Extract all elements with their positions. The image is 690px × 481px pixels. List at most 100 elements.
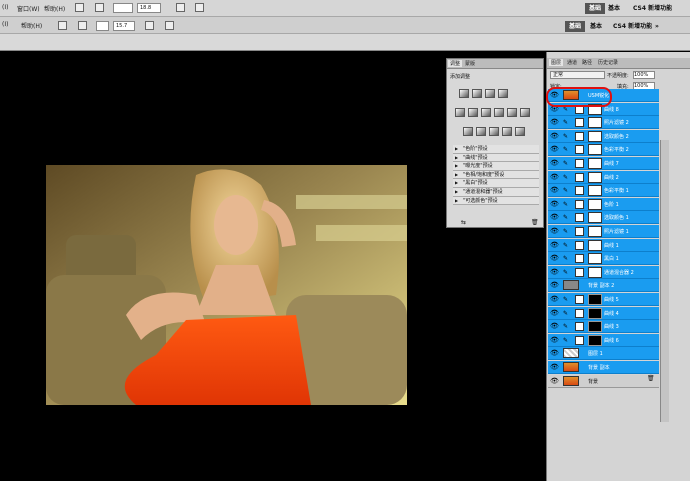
eye-icon[interactable]: 👁 <box>550 187 559 194</box>
menu-image[interactable]: (I) <box>2 4 8 11</box>
photo-filter-icon[interactable] <box>507 108 517 117</box>
eye-icon[interactable]: 👁 <box>550 160 559 167</box>
layer-mask-thumbnail[interactable] <box>588 158 602 169</box>
layer-thumbnail[interactable] <box>575 308 584 318</box>
hand-icon-2[interactable] <box>78 21 87 30</box>
preset-exposure[interactable]: "曝光度"预设 <box>453 162 539 171</box>
eye-icon[interactable]: 👁 <box>550 323 559 330</box>
menu-image-2[interactable]: (I) <box>2 21 8 28</box>
tab-masks[interactable]: 蒙版 <box>465 60 475 67</box>
trash-icon[interactable]: 🗑 <box>531 219 539 226</box>
layer-row[interactable]: 👁✎图层 1 <box>548 347 659 361</box>
eye-icon[interactable]: 👁 <box>550 173 559 180</box>
eye-icon[interactable]: 👁 <box>550 132 559 139</box>
menu-help-2[interactable]: 帮助(H) <box>21 21 42 30</box>
layer-row[interactable]: 👁 ✎ 选取颜色 1 <box>548 211 659 225</box>
eye-icon[interactable]: 👁 <box>550 268 559 275</box>
layer-mask-thumbnail[interactable] <box>588 321 602 333</box>
layer-thumbnail[interactable] <box>575 131 584 141</box>
layer-row[interactable]: 👁 ✎ 色彩平衡 1 <box>548 184 659 198</box>
layer-thumbnail[interactable] <box>575 145 584 155</box>
eye-icon[interactable]: 👁 <box>550 241 559 248</box>
layer-thumbnail[interactable] <box>575 240 584 250</box>
layer-mask-thumbnail[interactable] <box>588 266 602 278</box>
layer-row[interactable]: 👁 ✎ 曲线 7 <box>548 157 659 170</box>
posterize-icon[interactable] <box>476 127 486 136</box>
layer-thumbnail[interactable] <box>563 362 579 372</box>
layer-row[interactable]: 👁 ✎ 色彩平衡 2 <box>548 143 659 157</box>
menu-help[interactable]: 帮助(H) <box>44 4 65 13</box>
preset-channel-mixer[interactable]: "通道混和器"预设 <box>453 187 539 197</box>
eye-icon[interactable]: 👁 <box>550 255 559 262</box>
invert-icon[interactable] <box>463 127 473 136</box>
eye-icon[interactable]: 👁 <box>550 146 559 153</box>
layer-row[interactable]: 👁 ✎ 曲线 6 <box>548 333 659 347</box>
layer-thumbnail[interactable] <box>575 199 584 209</box>
eye-icon[interactable]: 👁 <box>550 350 559 357</box>
layer-row[interactable]: 👁 ✎ 曲线 1 <box>548 238 659 252</box>
arrange-icon-2[interactable] <box>165 21 174 30</box>
layer-mask-thumbnail[interactable] <box>588 226 602 237</box>
layer-row[interactable]: 👁✎背景 副本 2 <box>548 279 659 293</box>
eye-icon[interactable]: 👁 <box>550 282 559 289</box>
layer-mask-thumbnail[interactable] <box>588 334 602 346</box>
layer-row[interactable]: 👁 ✎ 曲线 4 <box>548 306 659 320</box>
layer-mask-thumbnail[interactable] <box>588 294 602 305</box>
layer-mask-thumbnail[interactable] <box>588 130 602 142</box>
tool-icon-2[interactable] <box>58 21 67 30</box>
gradient-map-icon[interactable] <box>502 127 512 136</box>
workspace-cs4-new[interactable]: CS4 新增功能 <box>633 3 672 14</box>
tool-icon[interactable] <box>75 3 84 12</box>
layer-mask-thumbnail[interactable] <box>588 198 602 210</box>
doc-size-field-2[interactable] <box>96 21 109 31</box>
return-icon[interactable]: ⇆ <box>461 219 466 226</box>
layer-row[interactable]: 👁 背景 副本 <box>548 361 659 374</box>
layer-row[interactable]: 👁 ✎ 黑白 1 <box>548 252 659 266</box>
preset-hue-saturation[interactable]: "色相/饱和度"预设 <box>453 170 539 180</box>
tab-adjustments[interactable]: 调整 <box>448 60 463 67</box>
eye-icon[interactable]: 👁 <box>550 119 559 126</box>
menu-window[interactable]: 窗口(W) <box>17 4 40 13</box>
layer-row[interactable]: 👁 ✎ 选取颜色 2 <box>548 129 659 143</box>
layer-mask-thumbnail[interactable] <box>588 253 602 265</box>
layer-row[interactable]: 👁 ✎ 曲线 5 <box>548 293 659 306</box>
preset-selective-color[interactable]: "可选颜色"预设 <box>453 196 539 206</box>
layer-thumbnail[interactable] <box>575 335 584 345</box>
workspace-essentials[interactable]: 基础 <box>585 3 606 14</box>
trash-icon[interactable]: 🗑 <box>647 375 655 382</box>
document-image[interactable] <box>46 165 407 405</box>
layer-row[interactable]: 👁 ✎ 通道混合器 2 <box>548 265 659 279</box>
workspace-basic[interactable]: 基本 <box>608 3 620 14</box>
workspace-basic-2[interactable]: 基本 <box>590 21 602 32</box>
layer-row[interactable]: 👁 ✎ 曲线 2 <box>548 170 659 184</box>
layer-row[interactable]: 👁 背景 <box>548 374 659 388</box>
layer-mask-thumbnail[interactable] <box>588 117 602 129</box>
zoom-field[interactable]: 18.8 <box>137 3 161 13</box>
layer-thumbnail[interactable] <box>563 375 579 386</box>
exposure-icon[interactable] <box>498 89 508 98</box>
workspace-essentials-2[interactable]: 基础 <box>565 21 586 32</box>
layer-thumbnail[interactable] <box>563 348 579 359</box>
layer-thumbnail[interactable] <box>575 227 584 236</box>
arrange-icon[interactable] <box>195 3 204 12</box>
layer-mask-thumbnail[interactable] <box>588 212 602 224</box>
workspace-more-button[interactable]: » <box>655 21 659 32</box>
eye-icon[interactable]: 👁 <box>550 228 559 235</box>
layer-row[interactable]: 👁 ✎ 照片滤镜 2 <box>548 116 659 130</box>
selective-color-icon[interactable] <box>515 127 525 136</box>
eye-icon[interactable]: 👁 <box>550 377 559 384</box>
layer-thumbnail[interactable] <box>575 295 584 304</box>
layer-row[interactable]: 👁 ✎ 照片滤镜 1 <box>548 225 659 238</box>
preset-levels[interactable]: "色阶"预设 <box>453 145 539 154</box>
tab-paths[interactable]: 路径 <box>582 59 592 66</box>
vibrance-icon[interactable] <box>455 108 465 117</box>
threshold-icon[interactable] <box>489 127 499 136</box>
layers-scrollbar[interactable] <box>660 140 669 422</box>
tab-history[interactable]: 历史记录 <box>598 59 618 66</box>
tab-channels[interactable]: 通道 <box>567 59 577 66</box>
levels-icon[interactable] <box>472 89 482 98</box>
hue-icon[interactable] <box>468 108 478 117</box>
eye-icon[interactable]: 👁 <box>550 309 559 316</box>
hand-icon[interactable] <box>95 3 104 12</box>
layer-row[interactable]: 👁 ✎ 色阶 1 <box>548 197 659 211</box>
